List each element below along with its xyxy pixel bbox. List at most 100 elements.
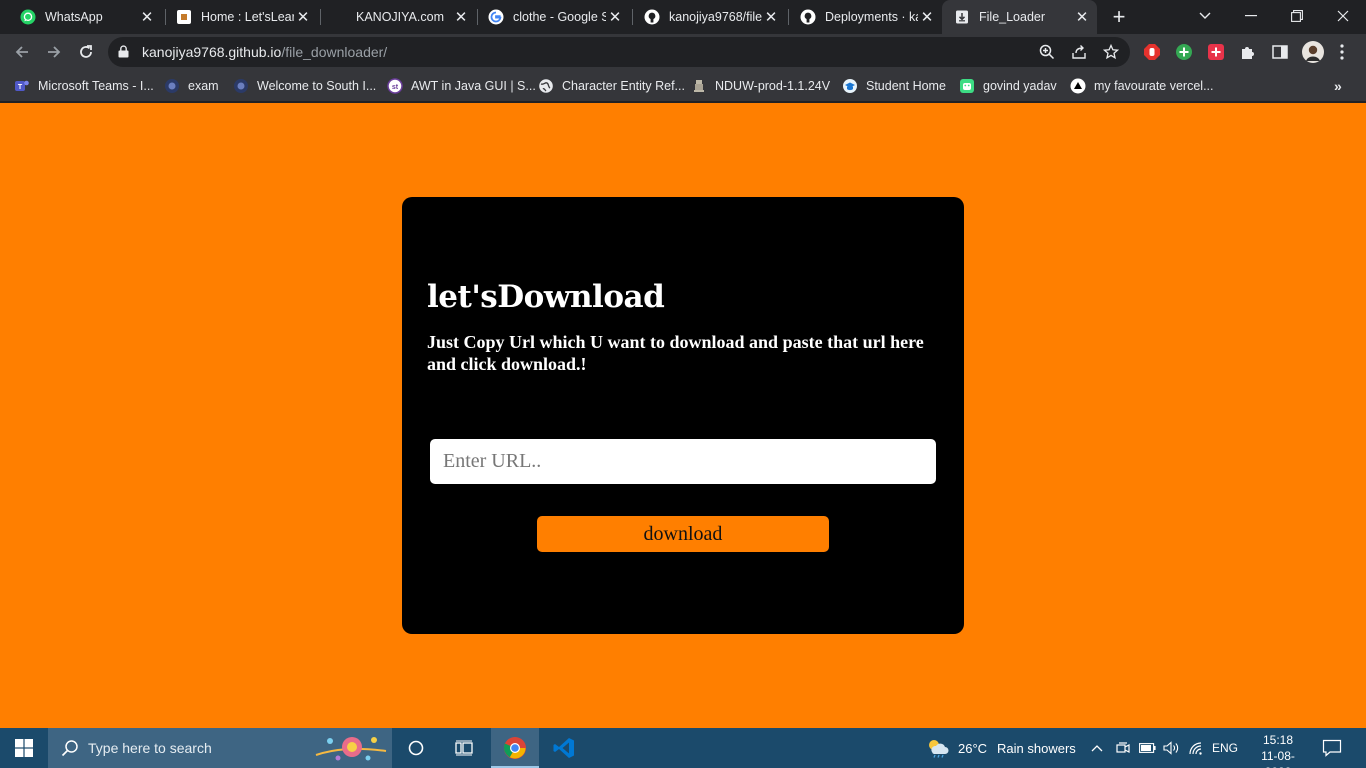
tab-close-icon[interactable]: ✕ <box>606 8 624 26</box>
bookmarks-overflow-button[interactable]: » <box>1334 78 1342 94</box>
bookmark-character-entity[interactable]: Character Entity Ref... <box>538 76 685 96</box>
bookmark-label: AWT in Java GUI | S... <box>411 79 536 93</box>
wifi-icon[interactable] <box>1188 728 1204 768</box>
bookmark-label: Student Home <box>866 79 946 93</box>
forward-button[interactable] <box>40 38 68 66</box>
menu-kebab-icon[interactable] <box>1332 42 1352 62</box>
student-icon <box>842 78 858 94</box>
chrome-taskbar-icon[interactable] <box>491 728 539 768</box>
reload-button[interactable] <box>72 38 100 66</box>
tab-file-loader[interactable]: File_Loader ✕ <box>942 0 1097 34</box>
bookmark-label: NDUW-prod-1.1.24V <box>715 79 831 93</box>
globe-icon <box>538 78 554 94</box>
show-hidden-icons-chevron-icon[interactable] <box>1091 728 1103 768</box>
bookmark-label: Microsoft Teams - I... <box>38 79 154 93</box>
vercel-icon <box>1070 78 1086 94</box>
input-language[interactable]: ENG <box>1212 728 1238 768</box>
url-host: kanojiya9768.github.io <box>142 44 282 60</box>
bookmark-govind-yadav[interactable]: govind yadav <box>959 76 1057 96</box>
task-view-icon[interactable] <box>440 728 488 768</box>
tab-github-repo[interactable]: kanojiya9768/file_ ✕ <box>632 0 786 34</box>
tab-title: kanojiya9768/file_ <box>669 10 762 24</box>
page-title: let'sDownload <box>427 279 665 315</box>
volume-icon[interactable] <box>1163 728 1181 768</box>
download-button[interactable]: download <box>537 516 829 552</box>
cortana-icon[interactable] <box>392 728 440 768</box>
bookmark-label: exam <box>188 79 219 93</box>
bookmark-south-indian[interactable]: Welcome to South I... <box>233 76 376 96</box>
minimize-button[interactable] <box>1228 0 1274 32</box>
bookmark-label: my favourate vercel... <box>1094 79 1214 93</box>
adblock-extension-icon[interactable] <box>1142 42 1162 62</box>
android-icon <box>959 78 975 94</box>
svg-text:T: T <box>18 84 23 91</box>
weather-widget[interactable]: 26°C Rain showers <box>926 728 1076 768</box>
meet-now-icon[interactable] <box>1116 728 1130 768</box>
tab-title: Home : Let'sLearn <box>201 10 294 24</box>
page-viewport: let'sDownload Just Copy Url which U want… <box>0 103 1366 728</box>
bookmark-microsoft-teams[interactable]: T Microsoft Teams - I... <box>14 76 154 96</box>
battery-icon[interactable] <box>1139 728 1156 768</box>
lock-icon[interactable] <box>118 45 129 63</box>
bookmark-awt-java[interactable]: st AWT in Java GUI | S... <box>387 76 536 96</box>
side-panel-icon[interactable] <box>1270 42 1290 62</box>
tab-close-icon[interactable]: ✕ <box>1073 8 1091 26</box>
tab-title: clothe - Google S <box>513 10 606 24</box>
tab-kanojiya[interactable]: KANOJIYA.com ✕ <box>320 0 476 34</box>
bookmark-star-icon[interactable] <box>1102 43 1120 61</box>
back-button[interactable] <box>8 38 36 66</box>
teams-icon: T <box>14 78 30 94</box>
st-icon: st <box>387 78 403 94</box>
restore-button[interactable] <box>1274 0 1320 32</box>
download-card: let'sDownload Just Copy Url which U want… <box>402 197 964 634</box>
tab-search-chevron-icon[interactable] <box>1182 0 1228 32</box>
taskbar-search-placeholder: Type here to search <box>88 740 212 756</box>
address-bar[interactable]: kanojiya9768.github.io/file_downloader/ <box>108 37 1130 67</box>
bookmarks-bar: T Microsoft Teams - I... exam Welcome to… <box>0 70 1366 102</box>
share-icon[interactable] <box>1070 43 1088 61</box>
taskbar-search-box[interactable]: Type here to search <box>48 728 392 768</box>
red-plus-extension-icon[interactable] <box>1206 42 1226 62</box>
new-tab-button[interactable]: + <box>1108 4 1130 29</box>
browser-toolbar: kanojiya9768.github.io/file_downloader/ <box>0 34 1366 70</box>
whatsapp-icon <box>20 9 36 25</box>
close-window-button[interactable] <box>1320 0 1366 32</box>
windows-start-button[interactable] <box>0 728 48 768</box>
bookmark-exam[interactable]: exam <box>164 76 219 96</box>
bookmark-student-home[interactable]: Student Home <box>842 76 946 96</box>
tab-close-icon[interactable]: ✕ <box>294 8 312 26</box>
profile-avatar[interactable] <box>1302 41 1324 63</box>
github-icon <box>800 9 816 25</box>
url-input[interactable] <box>430 439 936 484</box>
tab-whatsapp[interactable]: WhatsApp ✕ <box>8 0 162 34</box>
weather-temperature: 26°C <box>958 740 988 756</box>
notifications-icon[interactable] <box>1322 728 1342 768</box>
rain-cloud-icon <box>929 740 949 758</box>
site-favicon-icon <box>176 9 192 25</box>
extensions-puzzle-icon[interactable] <box>1238 42 1258 62</box>
tab-close-icon[interactable]: ✕ <box>138 8 156 26</box>
tab-lets-learn[interactable]: Home : Let'sLearn ✕ <box>164 0 318 34</box>
tab-close-icon[interactable]: ✕ <box>452 8 470 26</box>
clock-time: 15:18 <box>1262 733 1294 747</box>
taskbar-clock[interactable]: 15:18 11-08-2022 <box>1256 732 1300 768</box>
university-icon <box>233 78 249 94</box>
page-description: Just Copy Url which U want to download a… <box>427 332 924 374</box>
tab-close-icon[interactable]: ✕ <box>762 8 780 26</box>
tab-title: File_Loader <box>979 10 1046 24</box>
tab-title: Deployments · ka <box>825 10 918 24</box>
bookmark-label: Welcome to South I... <box>257 79 377 93</box>
bookmark-label: govind yadav <box>983 79 1057 93</box>
bookmark-vercel[interactable]: my favourate vercel... <box>1070 76 1214 96</box>
tab-strip: WhatsApp ✕ Home : Let'sLearn ✕ KANOJIYA.… <box>0 0 1366 34</box>
plus-extension-icon[interactable] <box>1174 42 1194 62</box>
search-highlight-rakhi-icon <box>315 737 387 761</box>
tab-github-deployments[interactable]: Deployments · ka ✕ <box>788 0 942 34</box>
vscode-taskbar-icon[interactable] <box>540 728 588 768</box>
bookmark-nduw[interactable]: NDUW-prod-1.1.24V <box>691 76 830 96</box>
tab-close-icon[interactable]: ✕ <box>918 8 936 26</box>
tab-google-search[interactable]: clothe - Google S ✕ <box>476 0 630 34</box>
svg-text:st: st <box>392 84 399 91</box>
weather-condition: Rain showers <box>997 740 1076 756</box>
zoom-icon[interactable] <box>1038 43 1056 61</box>
